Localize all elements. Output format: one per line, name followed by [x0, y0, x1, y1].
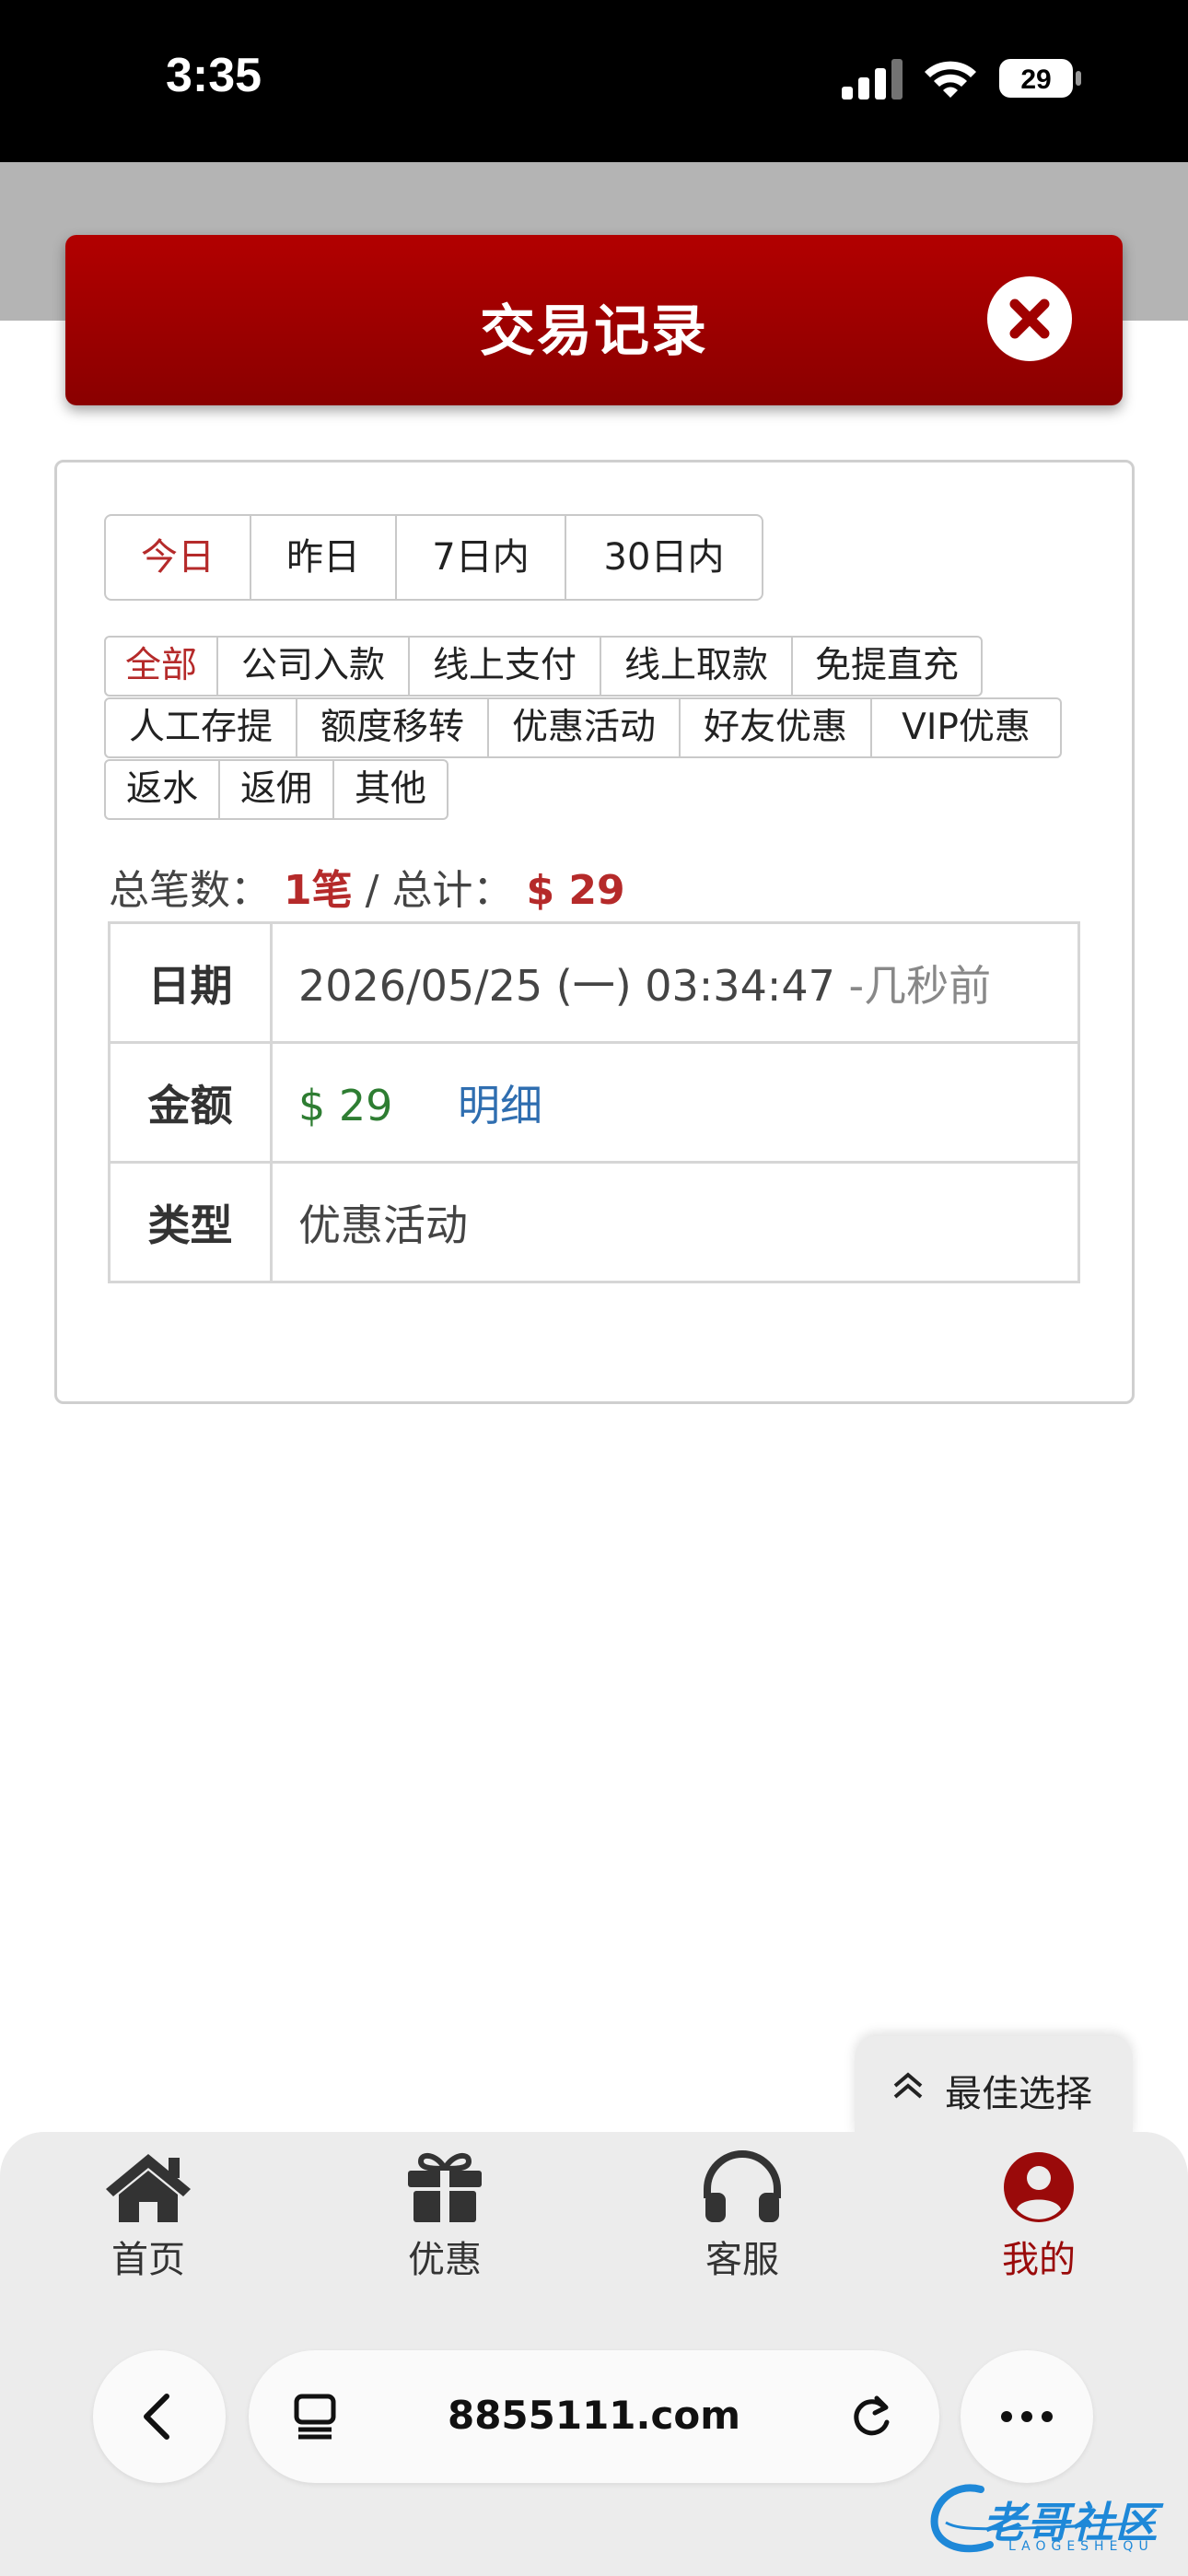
tab-7-days[interactable]: 7日内 — [395, 516, 565, 599]
total-value: $ 29 — [526, 867, 625, 914]
summary-separator: / — [365, 867, 392, 914]
filter-manual-deposit[interactable]: 人工存提 — [106, 699, 296, 756]
record-table: 日期 2026/05/25 (一) 03:34:47 -几秒前 金额 $ 29 … — [108, 921, 1080, 1283]
home-icon — [106, 2154, 191, 2222]
filter-other[interactable]: 其他 — [332, 761, 447, 818]
filter-company-deposit[interactable]: 公司入款 — [216, 638, 408, 695]
date-value: 2026/05/25 (一) 03:34:47 — [298, 960, 835, 1011]
wifi-icon — [925, 61, 976, 98]
chevron-up-double-icon — [893, 2072, 923, 2099]
nav-mine-label: 我的 — [1002, 2239, 1076, 2281]
close-icon — [1009, 299, 1050, 339]
filter-direct-topup[interactable]: 免提直充 — [791, 638, 981, 695]
modal-header: 交易记录 — [65, 235, 1123, 405]
modal-title: 交易记录 — [480, 299, 708, 364]
watermark-subtext: LAOGESHEQU — [1008, 2539, 1154, 2554]
count-label: 总笔数： — [109, 867, 271, 914]
nav-support-label: 客服 — [705, 2239, 779, 2281]
date-label: 日期 — [108, 921, 273, 1044]
table-row: 日期 2026/05/25 (一) 03:34:47 -几秒前 — [108, 921, 1080, 1044]
headphones-icon — [704, 2150, 781, 2222]
amount-value: $ 29 — [298, 1080, 393, 1130]
table-row: 金额 $ 29 明细 — [108, 1041, 1080, 1164]
summary-line: 总笔数： 1笔 / 总计： $ 29 — [109, 857, 625, 916]
best-choice-label: 最佳选择 — [945, 2073, 1092, 2115]
type-filter-row-1: 全部 公司入款 线上支付 线上取款 免提直充 — [104, 636, 983, 697]
tab-yesterday[interactable]: 昨日 — [250, 516, 395, 599]
filter-vip-bonus[interactable]: VIP优惠 — [870, 699, 1060, 756]
date-ago: -几秒前 — [848, 960, 992, 1011]
nav-home[interactable]: 首页 — [75, 2150, 222, 2283]
url-text: 8855111.com — [447, 2393, 741, 2438]
filter-friend-bonus[interactable]: 好友优惠 — [679, 699, 870, 756]
user-profile-icon — [1004, 2152, 1074, 2222]
cellular-signal-icon — [842, 59, 903, 100]
filter-rebate[interactable]: 返水 — [106, 761, 218, 818]
amount-cell: $ 29 明细 — [270, 1041, 1080, 1164]
amount-label: 金额 — [108, 1041, 273, 1164]
chevron-left-icon — [144, 2394, 169, 2440]
nav-mine[interactable]: 我的 — [965, 2150, 1112, 2283]
date-cell: 2026/05/25 (一) 03:34:47 -几秒前 — [270, 921, 1080, 1044]
filter-all[interactable]: 全部 — [106, 638, 216, 695]
tab-today[interactable]: 今日 — [106, 516, 250, 599]
status-time: 3:35 — [166, 49, 262, 102]
table-row: 类型 优惠活动 — [108, 1161, 1080, 1283]
battery-icon: 29 — [999, 59, 1081, 98]
type-filter-row-2: 人工存提 额度移转 优惠活动 好友优惠 VIP优惠 — [104, 697, 1062, 758]
count-value: 1笔 — [284, 867, 353, 914]
filter-online-payment[interactable]: 线上支付 — [408, 638, 600, 695]
type-label: 类型 — [108, 1161, 273, 1283]
status-bar: 3:35 29 — [0, 0, 1188, 162]
filter-commission[interactable]: 返佣 — [218, 761, 332, 818]
close-button[interactable] — [987, 276, 1072, 361]
type-filter-row-3: 返水 返佣 其他 — [104, 759, 448, 820]
battery-level: 29 — [1020, 64, 1051, 95]
browser-back-button[interactable] — [93, 2350, 226, 2483]
filter-online-withdraw[interactable]: 线上取款 — [600, 638, 791, 695]
tab-30-days[interactable]: 30日内 — [565, 516, 762, 599]
filter-promotions[interactable]: 优惠活动 — [487, 699, 679, 756]
watermark-logo: 老哥社区 LAOGESHEQU — [926, 2476, 1174, 2559]
type-value: 优惠活动 — [270, 1161, 1080, 1283]
nav-support[interactable]: 客服 — [669, 2150, 816, 2283]
reload-icon[interactable] — [847, 2393, 895, 2441]
more-options-button[interactable] — [961, 2350, 1093, 2483]
more-dots-icon — [1001, 2411, 1053, 2422]
nav-promotions[interactable]: 优惠 — [371, 2150, 518, 2283]
total-label: 总计： — [391, 867, 514, 914]
nav-promotions-label: 优惠 — [408, 2239, 482, 2281]
best-choice-button[interactable]: 最佳选择 — [855, 2036, 1133, 2137]
nav-home-label: 首页 — [111, 2239, 185, 2281]
gift-icon — [408, 2152, 482, 2222]
filter-credit-transfer[interactable]: 额度移转 — [296, 699, 487, 756]
date-range-tabs: 今日 昨日 7日内 30日内 — [104, 514, 763, 601]
detail-link[interactable]: 明细 — [458, 1081, 542, 1130]
address-bar[interactable]: 8855111.com — [249, 2350, 939, 2483]
